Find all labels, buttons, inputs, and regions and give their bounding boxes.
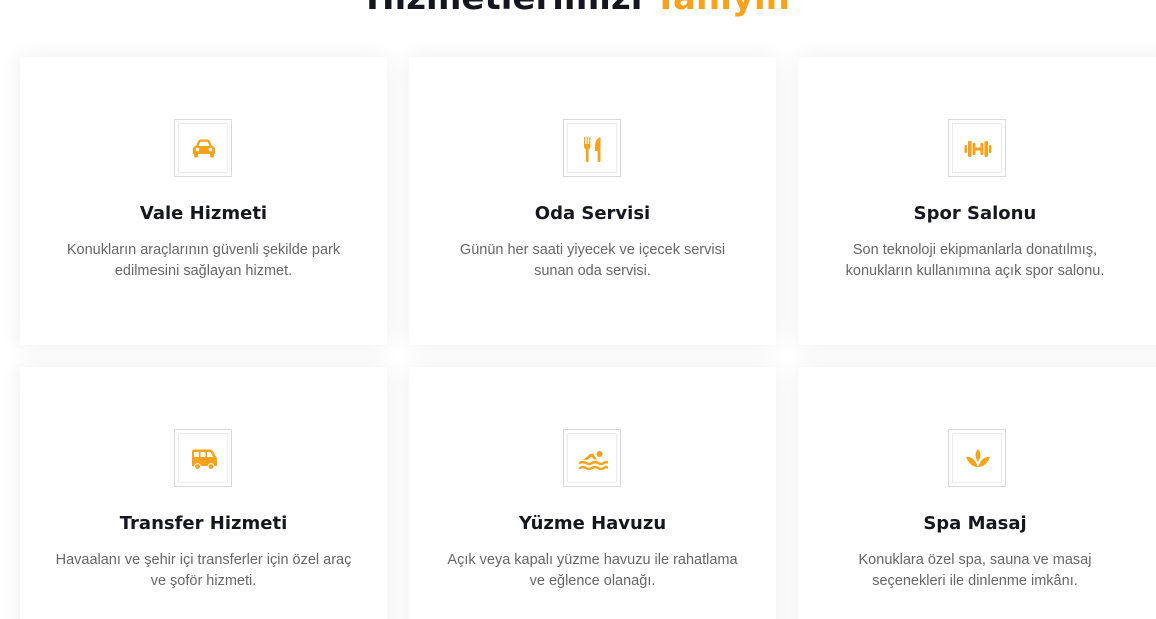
section-title-accent: Tanıyın [654,0,790,18]
service-description: Açık veya kapalı yüzme havuzu ile rahatl… [447,552,738,589]
service-description: Son teknoloji ekipmanlarla donatılmış, k… [845,242,1105,279]
spa-lotus-icon [966,449,990,467]
service-card-transfer: Transfer Hizmeti Havaalanı ve şehir içi … [20,367,387,619]
utensils-icon [583,137,600,162]
service-icon-frame [562,429,621,487]
service-icon-frame [173,429,232,487]
services-section: Hizmetlerimizi Tanıyın Vale Hizmeti Konu… [0,0,1156,619]
service-description: Havaalanı ve şehir içi transferler için … [55,552,352,589]
swimmer-icon [578,451,608,471]
service-icon-frame [948,429,1006,487]
service-title: Transfer Hizmeti [119,513,288,534]
service-card-gym: Spor Salonu Son teknoloji ekipmanlarla d… [798,57,1156,345]
service-title: Oda Servisi [534,203,651,224]
service-description: Konuklara özel spa, sauna ve masaj seçen… [858,552,1092,589]
service-title: Vale Hizmeti [139,203,268,224]
service-icon-frame [173,119,232,177]
service-card-valet: Vale Hizmeti Konukların araçlarının güve… [20,57,387,345]
service-card-room-service: Oda Servisi Günün her saati yiyecek ve i… [409,57,776,345]
car-icon [192,139,215,158]
service-title: Yüzme Havuzu [518,513,667,534]
service-icon-frame [948,119,1006,177]
service-card-spa: Spa Masaj Konuklara özel spa, sauna ve m… [798,367,1156,619]
service-description: Konukların araçlarının güvenli şekilde p… [66,242,341,279]
service-title: Spa Masaj [923,513,1027,534]
service-title: Spor Salonu [913,203,1037,224]
section-title-main: Hizmetlerimizi [366,0,654,18]
shuttle-van-icon [191,449,217,470]
service-description: Günün her saati yiyecek ve içecek servis… [459,242,726,279]
dumbbell-icon [964,141,992,157]
service-card-pool: Yüzme Havuzu Açık veya kapalı yüzme havu… [409,367,776,619]
service-icon-frame [562,119,621,177]
section-title: Hizmetlerimizi Tanıyın [0,0,1156,18]
